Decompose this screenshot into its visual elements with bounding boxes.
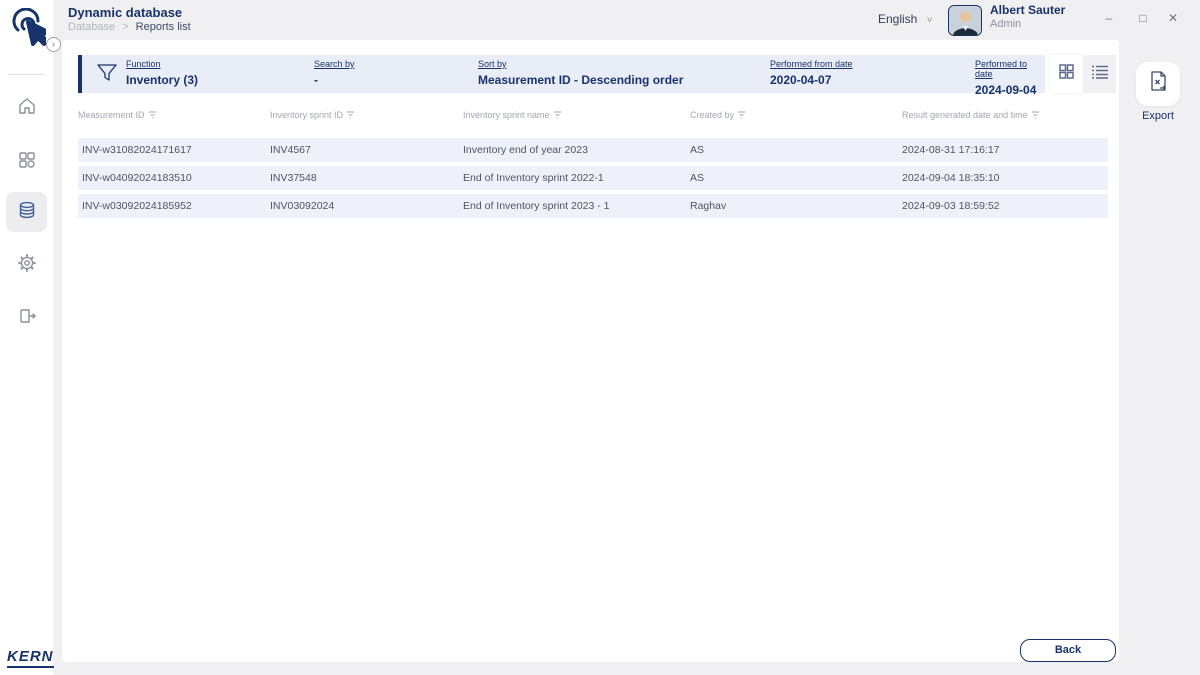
column-header-result-generated[interactable]: Result generated date and time [902, 110, 1040, 120]
language-selector[interactable]: English ˅ [878, 12, 933, 26]
filter-field-search-by[interactable]: Search by - [314, 59, 355, 89]
grid-view-icon [1058, 63, 1075, 85]
column-filter-icon [737, 110, 746, 120]
filter-funnel-icon [96, 62, 118, 89]
gear-icon [17, 253, 37, 278]
page-title: Dynamic database [68, 5, 182, 20]
main-content-card: Function Inventory (3) Search by - Sort … [62, 40, 1119, 662]
sidebar-item-settings[interactable] [6, 245, 47, 285]
sidebar-item-dashboard[interactable] [6, 142, 47, 182]
export-excel-icon [1146, 70, 1170, 99]
column-header-label: Inventory sprint name [463, 110, 550, 120]
column-filter-icon [553, 110, 562, 120]
filter-field-label: Search by [314, 59, 355, 69]
chevron-down-icon: ˅ [927, 15, 933, 26]
language-label: English [878, 12, 917, 26]
column-header-measurement-id[interactable]: Measurement ID [78, 110, 157, 120]
sidebar-item-home[interactable] [6, 88, 47, 128]
cell-inventory-sprint-id: INV37548 [270, 166, 317, 190]
cell-created-by: Raghav [690, 194, 726, 218]
window-maximize-button[interactable]: □ [1132, 8, 1154, 28]
filter-field-value: Inventory (3) [126, 73, 198, 87]
filter-field-label: Performed to date [975, 59, 1045, 79]
export-label: Export [1119, 110, 1197, 122]
filter-field-performed-to-date[interactable]: Performed to date 2024-09-04 [975, 59, 1045, 99]
app-logo-touch-icon [8, 8, 46, 59]
cell-measurement-id: INV-w31082024171617 [82, 138, 192, 162]
cell-measurement-id: INV-w03092024185952 [82, 194, 192, 218]
column-header-inventory-sprint-id[interactable]: Inventory sprint ID [270, 110, 355, 120]
column-header-inventory-sprint-name[interactable]: Inventory sprint name [463, 110, 562, 120]
column-header-label: Result generated date and time [902, 110, 1028, 120]
dashboard-icon [17, 150, 37, 175]
filter-field-label: Performed from date [770, 59, 853, 69]
cell-inventory-sprint-name: End of Inventory sprint 2022-1 [463, 166, 604, 190]
view-mode-toggle [1050, 55, 1116, 93]
sidebar: KERN [0, 0, 53, 675]
user-avatar[interactable] [948, 5, 982, 36]
filter-field-value: Measurement ID - Descending order [478, 73, 683, 87]
column-header-label: Inventory sprint ID [270, 110, 343, 120]
column-header-label: Measurement ID [78, 110, 145, 120]
filter-field-function[interactable]: Function Inventory (3) [126, 59, 198, 89]
grid-view-button[interactable] [1050, 55, 1083, 93]
breadcrumb-current: Reports list [136, 21, 191, 33]
logout-icon [17, 306, 37, 331]
user-role: Admin [990, 18, 1021, 30]
breadcrumb-parent[interactable]: Database [68, 21, 115, 33]
column-filter-icon [148, 110, 157, 120]
export-button[interactable] [1136, 62, 1180, 106]
window-minimize-button[interactable]: – [1098, 8, 1120, 28]
sidebar-divider [8, 74, 45, 75]
cell-created-by: AS [690, 138, 704, 162]
cell-created-by: AS [690, 166, 704, 190]
sidebar-item-database[interactable] [6, 192, 47, 232]
column-filter-icon [346, 110, 355, 120]
table-row[interactable]: INV-w03092024185952 INV03092024 End of I… [78, 194, 1108, 218]
filter-summary-bar[interactable]: Function Inventory (3) Search by - Sort … [78, 55, 1045, 93]
cell-measurement-id: INV-w04092024183510 [82, 166, 192, 190]
home-icon [17, 96, 37, 121]
cell-inventory-sprint-name: End of Inventory sprint 2023 - 1 [463, 194, 610, 218]
filter-field-label: Function [126, 59, 198, 69]
filter-field-value: 2024-09-04 [975, 83, 1036, 97]
cell-inventory-sprint-id: INV03092024 [270, 194, 334, 218]
export-panel: Export [1119, 40, 1200, 675]
table-row[interactable]: INV-w31082024171617 INV4567 Inventory en… [78, 138, 1108, 162]
filter-field-value: 2020-04-07 [770, 73, 831, 87]
column-filter-icon [1031, 110, 1040, 120]
filter-field-sort-by[interactable]: Sort by Measurement ID - Descending orde… [478, 59, 683, 89]
sidebar-item-logout[interactable] [6, 298, 47, 338]
user-name[interactable]: Albert Sauter [990, 3, 1065, 17]
window-close-button[interactable]: ✕ [1162, 8, 1184, 28]
kern-brand-logo: KERN [7, 648, 54, 668]
filter-field-label: Sort by [478, 59, 683, 69]
cell-inventory-sprint-name: Inventory end of year 2023 [463, 138, 588, 162]
breadcrumb-separator: > [122, 21, 128, 33]
cell-result-generated: 2024-09-03 18:59:52 [902, 194, 1000, 218]
cell-result-generated: 2024-09-04 18:35:10 [902, 166, 1000, 190]
database-icon [17, 200, 37, 225]
back-button[interactable]: Back [1020, 639, 1116, 662]
column-header-label: Created by [690, 110, 734, 120]
breadcrumb: Database > Reports list [68, 21, 191, 33]
cell-result-generated: 2024-08-31 17:16:17 [902, 138, 1000, 162]
cell-inventory-sprint-id: INV4567 [270, 138, 311, 162]
list-view-button[interactable] [1083, 55, 1116, 93]
filter-field-value: - [314, 73, 318, 87]
sidebar-expand-toggle[interactable]: › [46, 37, 61, 52]
list-view-icon [1091, 64, 1109, 85]
filter-field-performed-from-date[interactable]: Performed from date 2020-04-07 [770, 59, 853, 89]
column-header-created-by[interactable]: Created by [690, 110, 746, 120]
table-row[interactable]: INV-w04092024183510 INV37548 End of Inve… [78, 166, 1108, 190]
